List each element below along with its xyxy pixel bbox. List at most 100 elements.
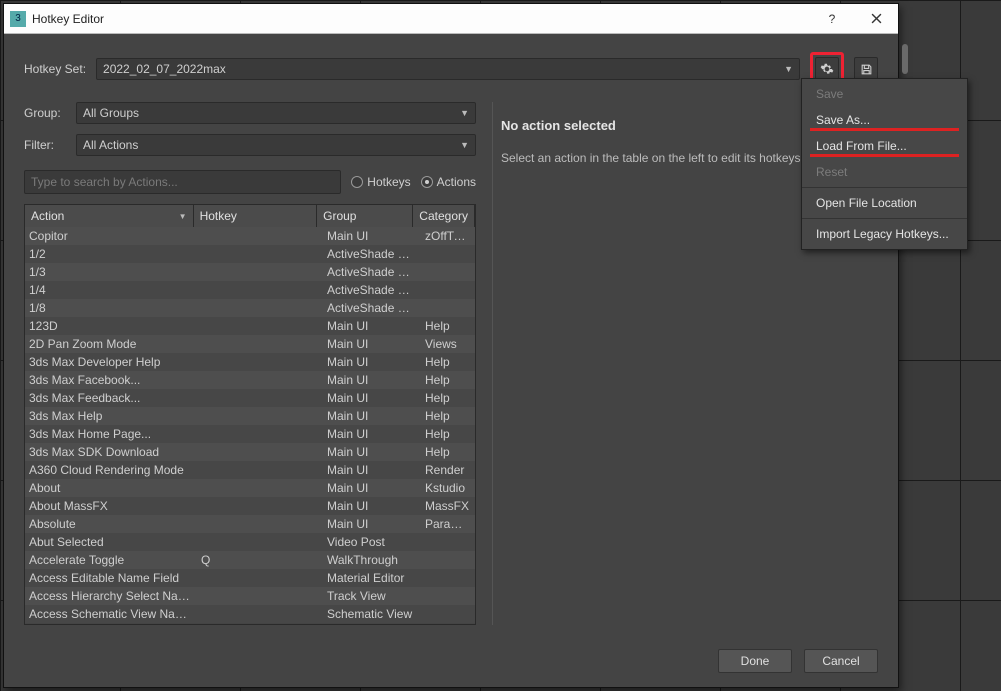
- cell-group: WalkThrough: [323, 553, 421, 567]
- dialog-body: Hotkey Set: 2022_02_07_2022max ▼ Group: …: [4, 34, 898, 687]
- table-row[interactable]: 3ds Max Developer Help Main UIHelp: [25, 353, 475, 371]
- col-group-label: Group: [323, 209, 356, 223]
- left-column: Group: All Groups ▼ Filter: All Actions …: [24, 102, 476, 625]
- radio-hotkeys[interactable]: Hotkeys: [351, 175, 410, 189]
- menu-load-from-file[interactable]: Load From File...: [802, 133, 967, 159]
- cell-group: Video Post: [323, 535, 421, 549]
- cancel-button[interactable]: Cancel: [804, 649, 878, 673]
- cell-action: Access Schematic View Name Field: [25, 607, 197, 621]
- filter-dropdown[interactable]: All Actions ▼: [76, 134, 476, 156]
- menu-open-loc-label: Open File Location: [816, 196, 917, 210]
- menu-save-as[interactable]: Save As...: [802, 107, 967, 133]
- sort-indicator-icon: ▼: [179, 212, 187, 221]
- cell-group: Main UI: [323, 355, 421, 369]
- menu-import-legacy[interactable]: Import Legacy Hotkeys...: [802, 221, 967, 247]
- group-value: All Groups: [83, 106, 139, 120]
- table-row[interactable]: AbsoluteMain UIParameter: [25, 515, 475, 533]
- help-button[interactable]: ?: [810, 4, 854, 34]
- cell-action: Access Hierarchy Select Name Field: [25, 589, 197, 603]
- hotkey-set-dropdown[interactable]: 2022_02_07_2022max ▼: [96, 58, 800, 80]
- table-header: Action ▼ Hotkey Group Category: [25, 205, 475, 227]
- cell-group: Main UI: [323, 391, 421, 405]
- cell-category: Help: [421, 409, 475, 423]
- cell-category: Help: [421, 355, 475, 369]
- app-icon: 3: [10, 11, 26, 27]
- cell-action: 123D: [25, 319, 197, 333]
- col-hotkey[interactable]: Hotkey: [194, 205, 318, 227]
- cell-action: 3ds Max Feedback...: [25, 391, 197, 405]
- hotkey-editor-dialog: 3 Hotkey Editor ? Hotkey Set: 2022_02_07…: [3, 3, 899, 688]
- table-row[interactable]: Access Hierarchy Select Name FieldTrack …: [25, 587, 475, 605]
- cell-group: ActiveShade Fra...: [323, 247, 421, 261]
- menu-open-file-location[interactable]: Open File Location: [802, 190, 967, 216]
- col-category[interactable]: Category: [413, 205, 475, 227]
- menu-separator: [802, 218, 967, 219]
- cancel-label: Cancel: [822, 654, 859, 668]
- cell-action: 3ds Max Help: [25, 409, 197, 423]
- radio-actions-label: Actions: [437, 175, 476, 189]
- cell-group: Main UI: [323, 427, 421, 441]
- cell-group: ActiveShade Fra...: [323, 265, 421, 279]
- table-row[interactable]: 3ds Max HelpMain UIHelp: [25, 407, 475, 425]
- cell-category: Views: [421, 337, 475, 351]
- scrollbar[interactable]: [902, 44, 908, 74]
- cell-category: MassFX: [421, 499, 475, 513]
- done-button[interactable]: Done: [718, 649, 792, 673]
- cell-action: 3ds Max SDK Download: [25, 445, 197, 459]
- menu-load-label: Load From File...: [816, 139, 907, 153]
- col-group[interactable]: Group: [317, 205, 413, 227]
- table-row[interactable]: Accelerate ToggleQWalkThrough: [25, 551, 475, 569]
- group-row: Group: All Groups ▼: [24, 102, 476, 124]
- table-row[interactable]: A360 Cloud Rendering ModeMain UIRender: [25, 461, 475, 479]
- filter-value: All Actions: [83, 138, 138, 152]
- cell-category: Help: [421, 373, 475, 387]
- table-row[interactable]: CopitorMain UIzOffTy To: [25, 227, 475, 245]
- main-columns: Group: All Groups ▼ Filter: All Actions …: [24, 102, 878, 625]
- group-dropdown[interactable]: All Groups ▼: [76, 102, 476, 124]
- table-row[interactable]: About MassFXMain UIMassFX: [25, 497, 475, 515]
- cell-group: Main UI: [323, 481, 421, 495]
- table-row[interactable]: About Main UIKstudio: [25, 479, 475, 497]
- cell-action: Copitor: [25, 229, 197, 243]
- cell-action: 3ds Max Developer Help: [25, 355, 197, 369]
- cell-action: 1/4: [25, 283, 197, 297]
- search-input[interactable]: Type to search by Actions...: [24, 170, 341, 194]
- table-row[interactable]: 3ds Max SDK DownloadMain UIHelp: [25, 443, 475, 461]
- table-row[interactable]: 1/8ActiveShade Fra...: [25, 299, 475, 317]
- table-row[interactable]: 1/4ActiveShade Fra...: [25, 281, 475, 299]
- cell-action: About: [25, 481, 197, 495]
- table-row[interactable]: 3ds Max Feedback...Main UIHelp: [25, 389, 475, 407]
- table-row[interactable]: Access Editable Name FieldMaterial Edito…: [25, 569, 475, 587]
- chevron-down-icon: ▼: [460, 108, 469, 118]
- table-row[interactable]: Access Schematic View Name Field Schemati…: [25, 605, 475, 623]
- table-row[interactable]: Abut SelectedVideo Post: [25, 533, 475, 551]
- cell-group: Schematic View: [323, 607, 421, 621]
- cell-group: Main UI: [323, 517, 421, 531]
- table-row[interactable]: 1/3ActiveShade Fra...: [25, 263, 475, 281]
- table-row[interactable]: 123DMain UIHelp: [25, 317, 475, 335]
- cell-group: Main UI: [323, 499, 421, 513]
- gear-icon: [820, 62, 834, 76]
- menu-reset-label: Reset: [816, 165, 847, 179]
- hotkey-set-label: Hotkey Set:: [24, 62, 86, 76]
- cell-category: zOffTy To: [421, 229, 475, 243]
- cell-group: Main UI: [323, 319, 421, 333]
- table-row[interactable]: 1/2ActiveShade Fra...: [25, 245, 475, 263]
- close-icon: [871, 13, 882, 24]
- close-button[interactable]: [854, 4, 898, 34]
- table-row[interactable]: 3ds Max Facebook...Main UIHelp: [25, 371, 475, 389]
- hotkey-set-row: Hotkey Set: 2022_02_07_2022max ▼: [24, 52, 878, 86]
- cell-category: Kstudio: [421, 481, 475, 495]
- cell-action: A360 Cloud Rendering Mode: [25, 463, 197, 477]
- table-row[interactable]: 2D Pan Zoom ModeMain UIViews: [25, 335, 475, 353]
- filter-row: Filter: All Actions ▼: [24, 134, 476, 156]
- col-action[interactable]: Action ▼: [25, 205, 194, 227]
- radio-actions[interactable]: Actions: [421, 175, 476, 189]
- menu-separator: [802, 187, 967, 188]
- table-body[interactable]: CopitorMain UIzOffTy To1/2ActiveShade Fr…: [25, 227, 475, 624]
- table-row[interactable]: 3ds Max Home Page...Main UIHelp: [25, 425, 475, 443]
- annotation-underline: [810, 128, 959, 131]
- cell-action: 2D Pan Zoom Mode: [25, 337, 197, 351]
- group-label: Group:: [24, 106, 68, 120]
- cell-category: Parameter: [421, 517, 475, 531]
